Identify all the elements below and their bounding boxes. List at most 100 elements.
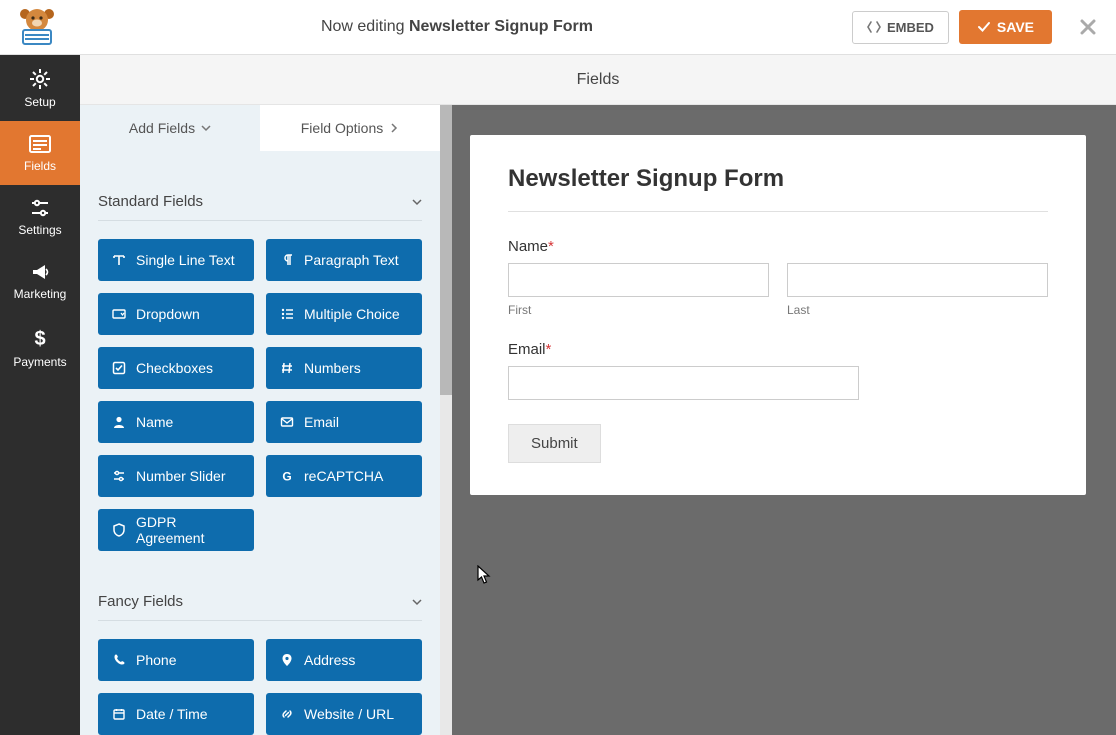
nav-setup[interactable]: Setup [0, 55, 80, 121]
paragraph-icon [280, 253, 294, 267]
required-asterisk: * [548, 238, 554, 255]
close-button[interactable] [1080, 19, 1096, 35]
app-logo [12, 7, 62, 47]
form-preview: Newsletter Signup Form Name* First Last [470, 135, 1086, 495]
first-sublabel: First [508, 303, 769, 317]
field-type-name[interactable]: Name [98, 401, 254, 443]
side-nav: Setup Fields Settings Marketing $ Paymen… [0, 55, 80, 735]
save-button[interactable]: SAVE [959, 10, 1052, 44]
dollar-icon: $ [33, 327, 47, 349]
divider [508, 211, 1048, 212]
field-type-label: Number Slider [136, 468, 225, 484]
field-type-dropdown[interactable]: Dropdown [98, 293, 254, 335]
field-type-label: Phone [136, 652, 176, 668]
field-type-date-time[interactable]: Date / Time [98, 693, 254, 735]
required-asterisk: * [546, 341, 552, 358]
field-type-label: Paragraph Text [304, 252, 399, 268]
calendar-icon [112, 707, 126, 721]
field-type-phone[interactable]: Phone [98, 639, 254, 681]
check-square-icon [112, 361, 126, 375]
field-type-email[interactable]: Email [266, 401, 422, 443]
bullhorn-icon [30, 263, 50, 281]
email-field-row[interactable]: Email* [508, 341, 1048, 400]
chevron-down-icon [201, 123, 211, 133]
submit-button[interactable]: Submit [508, 424, 601, 463]
field-type-label: Address [304, 652, 355, 668]
chevron-down-icon [412, 197, 422, 207]
chevron-right-icon [389, 123, 399, 133]
phone-icon [112, 653, 126, 667]
field-type-numbers[interactable]: Numbers [266, 347, 422, 389]
main: Setup Fields Settings Marketing $ Paymen… [0, 55, 1116, 735]
field-type-multiple-choice[interactable]: Multiple Choice [266, 293, 422, 335]
chevron-down-icon [412, 597, 422, 607]
field-type-number-slider[interactable]: Number Slider [98, 455, 254, 497]
editing-title: Now editing Newsletter Signup Form [62, 18, 852, 36]
hashtag-icon [280, 361, 294, 375]
field-type-label: Single Line Text [136, 252, 235, 268]
scrollbar-thumb[interactable] [440, 105, 452, 395]
top-bar: Now editing Newsletter Signup Form EMBED… [0, 0, 1116, 55]
mascot-logo-icon [15, 8, 59, 46]
check-icon [977, 21, 991, 33]
field-type-website-url[interactable]: Website / URL [266, 693, 422, 735]
google-icon: G [280, 469, 294, 483]
tab-add-fields[interactable]: Add Fields [80, 105, 260, 151]
panel-scrollbar[interactable] [440, 105, 452, 735]
nav-fields[interactable]: Fields [0, 121, 80, 185]
top-actions: EMBED SAVE [852, 10, 1096, 44]
preview-area[interactable]: Newsletter Signup Form Name* First Last [440, 105, 1116, 735]
preview-title: Newsletter Signup Form [508, 165, 1048, 193]
field-type-label: Date / Time [136, 706, 208, 722]
field-type-label: Website / URL [304, 706, 394, 722]
field-type-paragraph-text[interactable]: Paragraph Text [266, 239, 422, 281]
builder-header: Fields [80, 55, 1116, 105]
field-type-single-line-text[interactable]: Single Line Text [98, 239, 254, 281]
field-type-recaptcha[interactable]: GreCAPTCHA [266, 455, 422, 497]
form-icon [29, 135, 51, 153]
gear-icon [30, 69, 50, 89]
svg-text:G: G [282, 470, 291, 484]
field-type-checkboxes[interactable]: Checkboxes [98, 347, 254, 389]
list-icon [280, 307, 294, 321]
dropdown-icon [112, 307, 126, 321]
field-type-label: Dropdown [136, 306, 200, 322]
field-type-label: Email [304, 414, 339, 430]
text-icon [112, 253, 126, 267]
shield-icon [112, 523, 126, 537]
last-sublabel: Last [787, 303, 1048, 317]
nav-settings[interactable]: Settings [0, 185, 80, 249]
sliders-icon [30, 199, 50, 217]
builder: Fields Add Fields Field Options Standard… [80, 55, 1116, 735]
embed-button[interactable]: EMBED [852, 11, 949, 44]
nav-payments[interactable]: $ Payments [0, 313, 80, 381]
email-label: Email* [508, 341, 1048, 358]
name-label: Name* [508, 238, 1048, 255]
form-name: Newsletter Signup Form [409, 18, 593, 35]
field-type-gdpr-agreement[interactable]: GDPR Agreement [98, 509, 254, 551]
fancy-field-grid: Phone Address Date / Time Website / URL [98, 621, 422, 735]
envelope-icon [280, 415, 294, 429]
section-fancy-fields[interactable]: Fancy Fields [98, 575, 422, 621]
builder-body: Add Fields Field Options Standard Fields… [80, 105, 1116, 735]
email-input[interactable] [508, 366, 859, 400]
section-standard-fields[interactable]: Standard Fields [98, 169, 422, 221]
sliders-icon [112, 469, 126, 483]
panel-content[interactable]: Standard Fields Single Line Text Paragrap… [80, 151, 440, 735]
panel-tabs: Add Fields Field Options [80, 105, 440, 151]
field-type-label: reCAPTCHA [304, 468, 383, 484]
field-type-address[interactable]: Address [266, 639, 422, 681]
tab-field-options[interactable]: Field Options [260, 105, 440, 151]
field-type-label: Checkboxes [136, 360, 213, 376]
field-type-label: GDPR Agreement [136, 514, 240, 546]
first-name-input[interactable] [508, 263, 769, 297]
last-name-input[interactable] [787, 263, 1048, 297]
nav-marketing[interactable]: Marketing [0, 249, 80, 313]
field-type-label: Multiple Choice [304, 306, 400, 322]
name-field-row[interactable]: Name* First Last [508, 238, 1048, 317]
field-type-label: Name [136, 414, 173, 430]
user-icon [112, 415, 126, 429]
map-marker-icon [280, 653, 294, 667]
standard-field-grid: Single Line Text Paragraph Text Dropdown Mu… [98, 221, 422, 557]
field-type-label: Numbers [304, 360, 361, 376]
